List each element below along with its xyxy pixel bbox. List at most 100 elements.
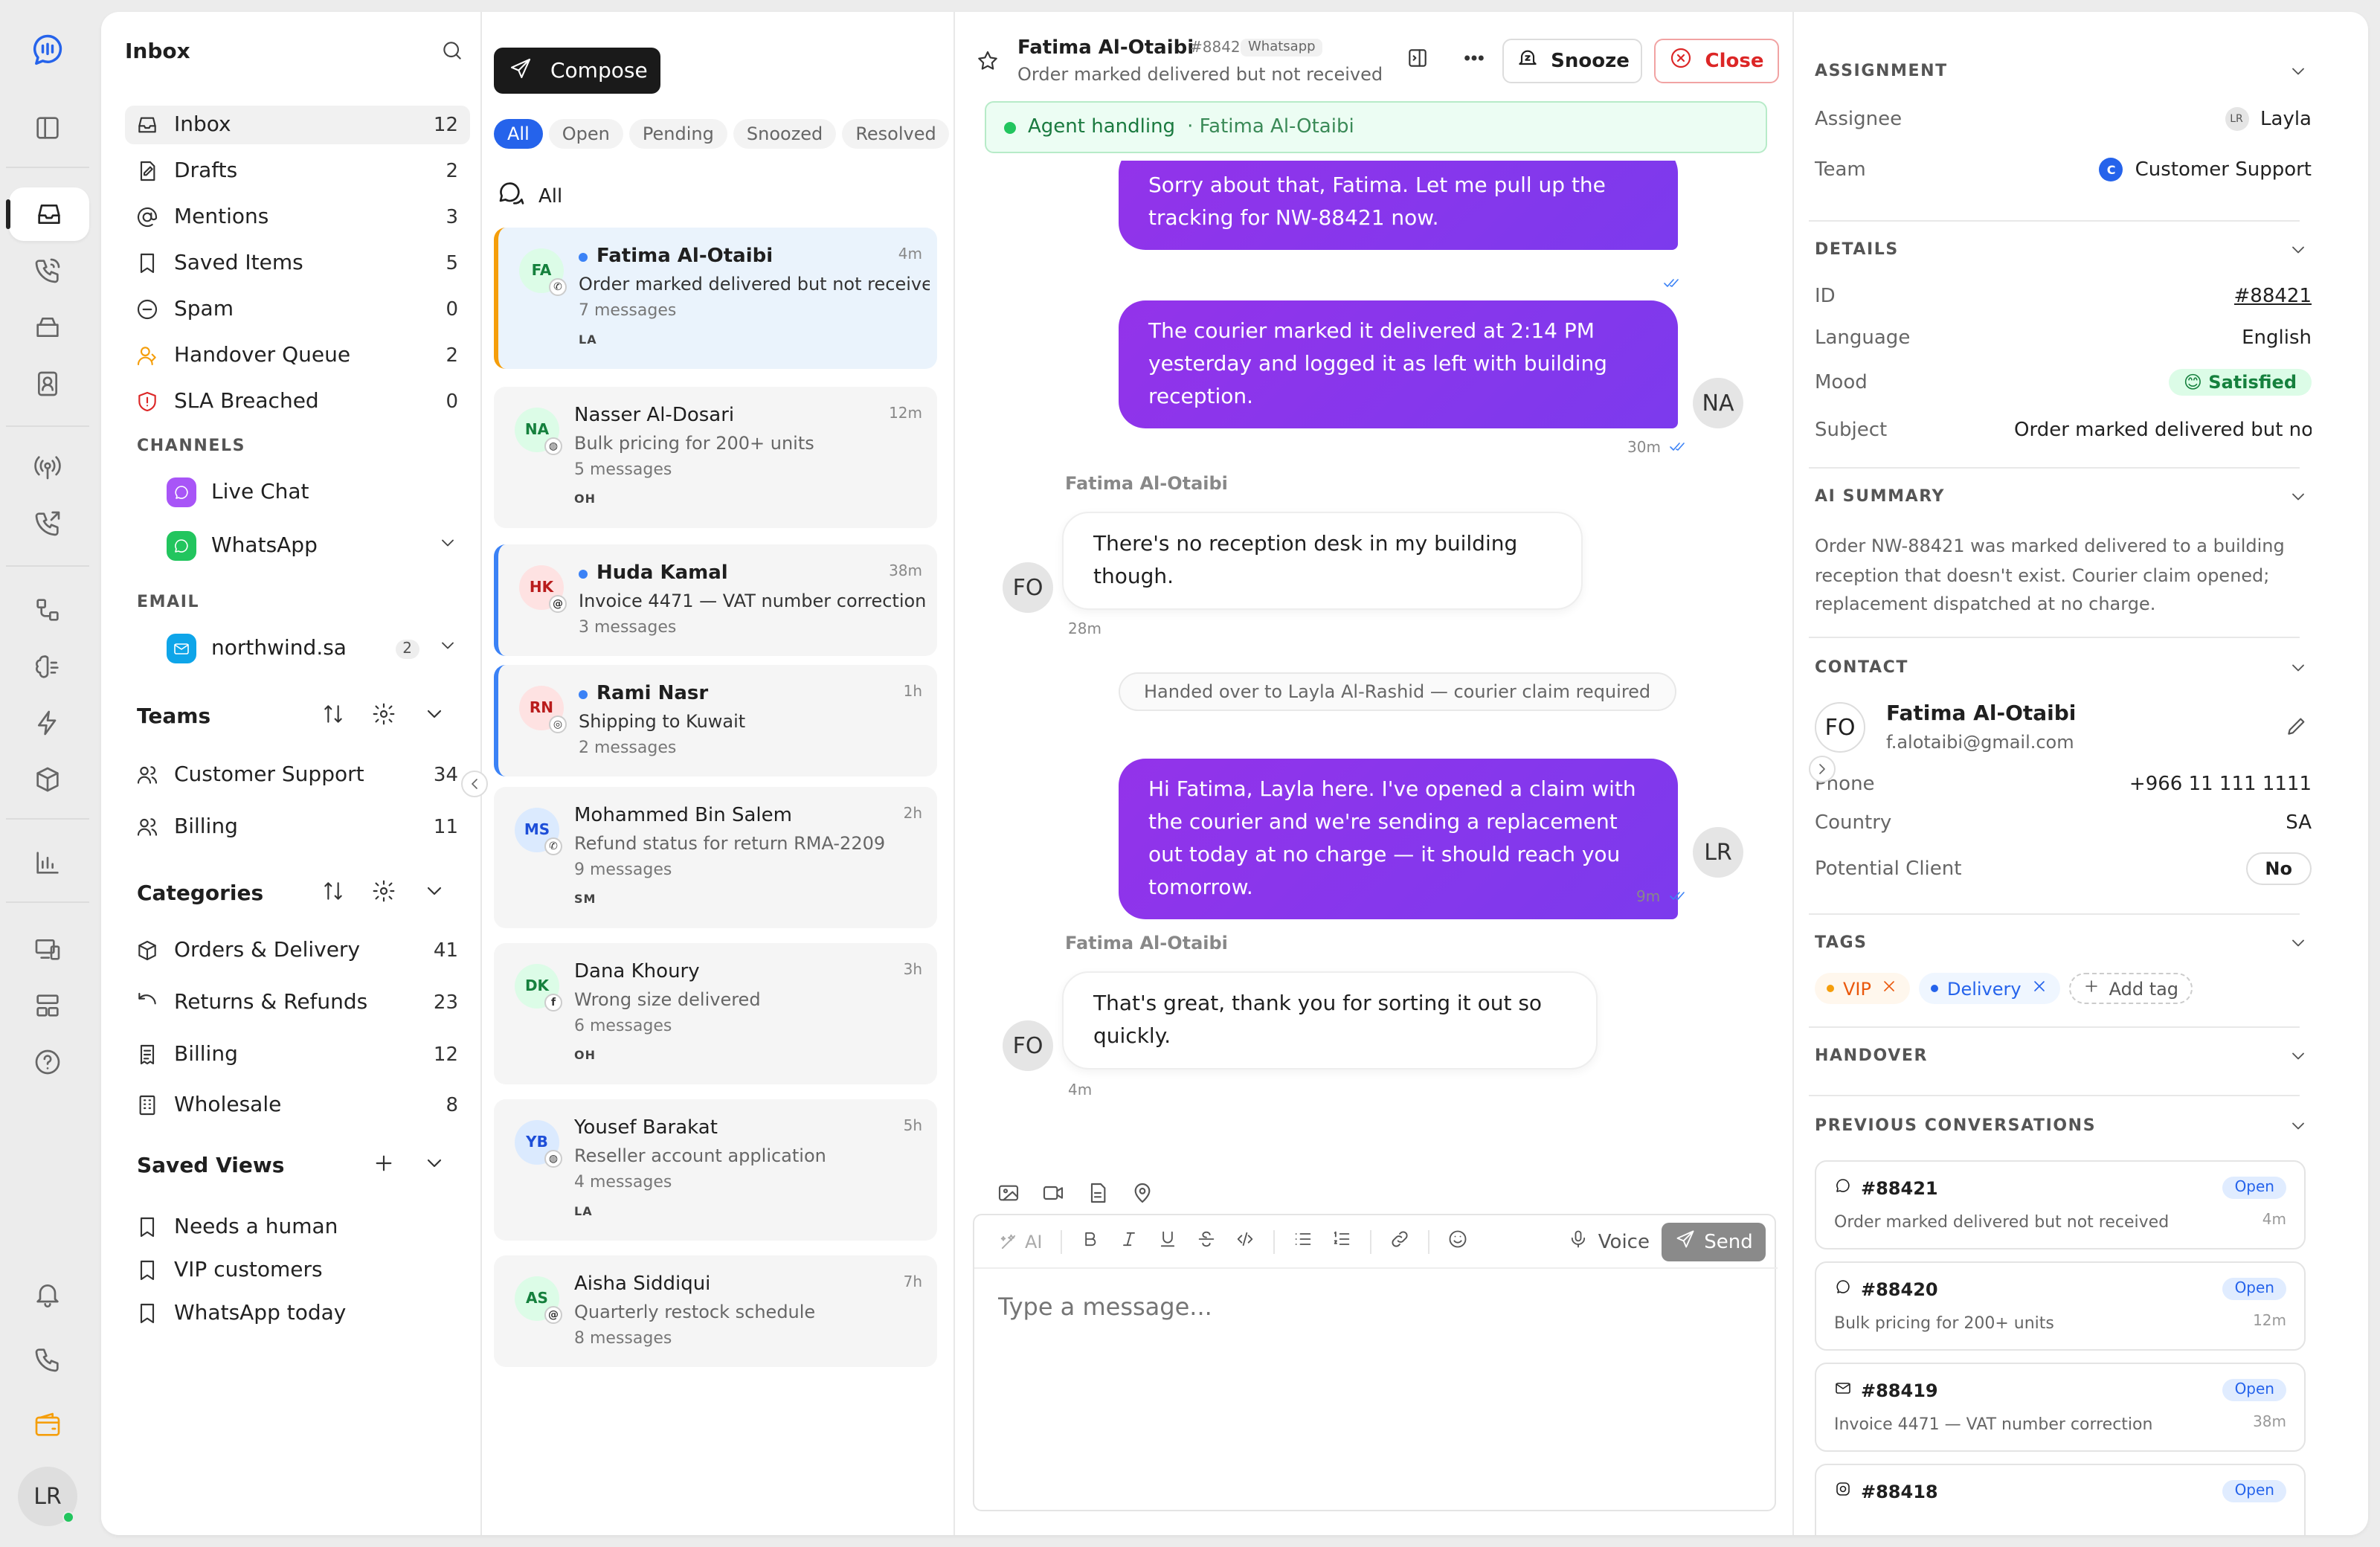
chevron-down-icon[interactable]	[422, 879, 446, 909]
user-avatar[interactable]: LR	[18, 1467, 77, 1526]
underline-icon[interactable]	[1157, 1227, 1178, 1255]
send-button[interactable]: Send	[1662, 1223, 1766, 1261]
filter-pending[interactable]: Pending	[628, 119, 727, 149]
rail-outbound-call-icon[interactable]	[18, 497, 77, 550]
sort-icon[interactable]	[321, 879, 345, 909]
rail-contacts-icon[interactable]	[18, 357, 77, 411]
video-icon[interactable]	[1041, 1181, 1065, 1211]
rail-inbox-icon[interactable]	[6, 187, 89, 241]
search-icon[interactable]	[440, 39, 464, 68]
conversation-item[interactable]: DK f Dana Khoury 3h Wrong size delivered 6 me…	[494, 943, 937, 1084]
chevron-down-icon[interactable]	[422, 702, 446, 732]
toggle-panel-button[interactable]	[1398, 39, 1437, 83]
rail-calls-icon[interactable]	[18, 244, 77, 298]
team-customer-support[interactable]: Customer Support 34	[125, 756, 470, 794]
channel-live-chat[interactable]: Live Chat	[167, 472, 464, 513]
filter-snoozed[interactable]: Snoozed	[733, 119, 837, 149]
conversation-item[interactable]: HK @ Huda Kamal 38m Invoice 4471 — VAT numbe…	[494, 544, 937, 656]
close-icon[interactable]	[2030, 977, 2048, 1000]
potential-client-toggle[interactable]: No	[2245, 852, 2312, 885]
add-tag-button[interactable]: Add tag	[2068, 973, 2193, 1004]
chevron-down-icon[interactable]	[437, 635, 458, 662]
chevron-down-icon[interactable]	[437, 533, 458, 559]
document-icon[interactable]	[1086, 1181, 1110, 1211]
filter-all[interactable]: All	[494, 119, 543, 149]
sidebar-item-spam[interactable]: Spam 0	[125, 290, 470, 329]
sidebar-item-drafts[interactable]: Drafts 2	[125, 152, 470, 190]
compose-button[interactable]: Compose	[494, 48, 660, 94]
conversation-item[interactable]: AS @ Aisha Siddiqui 7h Quarterly restock sch…	[494, 1255, 937, 1367]
numbered-list-icon[interactable]	[1331, 1227, 1352, 1255]
rail-workflow-icon[interactable]	[18, 583, 77, 637]
rail-layout-icon[interactable]	[18, 979, 77, 1032]
rail-archive-icon[interactable]	[18, 300, 77, 354]
chevron-down-icon[interactable]	[422, 1151, 446, 1181]
collapse-list-button[interactable]	[461, 771, 488, 797]
previous-conversation-item[interactable]: #88419 Open Invoice 4471 — VAT number co…	[1815, 1363, 2306, 1452]
close-icon[interactable]	[1880, 977, 1898, 1000]
chevron-down-icon[interactable]	[2288, 1114, 2309, 1142]
category-orders-delivery[interactable]: Orders & Delivery 41	[125, 931, 470, 970]
team-billing[interactable]: Billing 11	[125, 808, 470, 846]
channel-whatsapp[interactable]: WhatsApp	[167, 525, 464, 567]
rail-help-icon[interactable]	[18, 1035, 77, 1089]
close-conversation-button[interactable]: Close	[1654, 39, 1779, 83]
rail-ai-brain-icon[interactable]	[18, 640, 77, 693]
sidebar-item-mentions[interactable]: Mentions 3	[125, 198, 470, 237]
rail-knowledge-icon[interactable]	[18, 753, 77, 806]
star-icon[interactable]	[976, 49, 1000, 79]
assignee-value[interactable]: LR Layla	[2225, 107, 2312, 131]
sort-icon[interactable]	[321, 702, 345, 732]
saved-view-needs-human[interactable]: Needs a human	[125, 1208, 470, 1247]
link-icon[interactable]	[1389, 1227, 1410, 1255]
plus-icon[interactable]	[372, 1151, 396, 1181]
sidebar-toggle-icon[interactable]	[18, 101, 77, 155]
edit-pencil-icon[interactable]	[2285, 714, 2309, 744]
chevron-down-icon[interactable]	[2288, 238, 2309, 266]
bold-icon[interactable]	[1080, 1227, 1101, 1255]
previous-conversation-item[interactable]: #88418 Open	[1815, 1464, 2306, 1535]
chevron-down-icon[interactable]	[2288, 656, 2309, 684]
location-icon[interactable]	[1130, 1181, 1154, 1211]
rail-broadcast-icon[interactable]	[18, 440, 77, 494]
saved-view-vip[interactable]: VIP customers	[125, 1251, 470, 1290]
chevron-down-icon[interactable]	[2288, 60, 2309, 88]
voice-button[interactable]: Voice	[1569, 1229, 1650, 1255]
snooze-button[interactable]: Snooze	[1502, 39, 1642, 83]
image-icon[interactable]	[997, 1181, 1020, 1211]
rail-notifications-icon[interactable]	[18, 1267, 77, 1321]
bullet-list-icon[interactable]	[1293, 1227, 1313, 1255]
conversation-item[interactable]: MS ✆ Mohammed Bin Salem 2h Refund status for…	[494, 787, 937, 928]
strikethrough-icon[interactable]	[1196, 1227, 1217, 1255]
chevron-down-icon[interactable]	[2288, 1044, 2309, 1072]
previous-conversation-item[interactable]: #88421 Open Order marked delivered but n…	[1815, 1160, 2306, 1250]
rail-devices-icon[interactable]	[18, 922, 77, 976]
gear-icon[interactable]	[372, 879, 396, 909]
filter-open[interactable]: Open	[548, 119, 623, 149]
previous-conversation-item[interactable]: #88420 Open Bulk pricing for 200+ units …	[1815, 1261, 2306, 1351]
chevron-down-icon[interactable]	[2288, 931, 2309, 959]
conversation-item[interactable]: RN ◎ Rami Nasr 1h Shipping to Kuwait 2 messag…	[494, 665, 937, 776]
sidebar-item-handover-queue[interactable]: Handover Queue 2	[125, 336, 470, 375]
gear-icon[interactable]	[372, 702, 396, 732]
italic-icon[interactable]	[1119, 1227, 1139, 1255]
sidebar-item-inbox[interactable]: Inbox 12	[125, 106, 470, 144]
email-inbox-northwind[interactable]: northwind.sa 2	[167, 628, 464, 669]
all-conversations-header[interactable]: All	[497, 178, 562, 214]
filter-resolved[interactable]: Resolved	[842, 119, 950, 149]
conversation-item[interactable]: FA ✆ Fatima Al-Otaibi 4m Order marked delive…	[494, 228, 937, 369]
category-returns-refunds[interactable]: Returns & Refunds 23	[125, 983, 470, 1022]
id-value[interactable]: #88421	[2234, 286, 2312, 308]
category-wholesale[interactable]: Wholesale 8	[125, 1086, 470, 1125]
category-billing[interactable]: Billing 12	[125, 1035, 470, 1074]
ai-assist-button[interactable]: AI	[998, 1231, 1043, 1252]
chevron-down-icon[interactable]	[2288, 485, 2309, 513]
conversation-item[interactable]: YB ◍ Yousef Barakat 5h Reseller account appl…	[494, 1099, 937, 1241]
saved-view-whatsapp-today[interactable]: WhatsApp today	[125, 1294, 470, 1333]
code-icon[interactable]	[1235, 1227, 1255, 1255]
rail-wallet-icon[interactable]	[18, 1398, 77, 1452]
conversation-item[interactable]: NA ◍ Nasser Al-Dosari 12m Bulk pricing for 2…	[494, 387, 937, 528]
collapse-details-button[interactable]	[1809, 756, 1836, 782]
sidebar-item-saved-items[interactable]: Saved Items 5	[125, 244, 470, 283]
team-value[interactable]: C Customer Support	[2099, 158, 2312, 181]
